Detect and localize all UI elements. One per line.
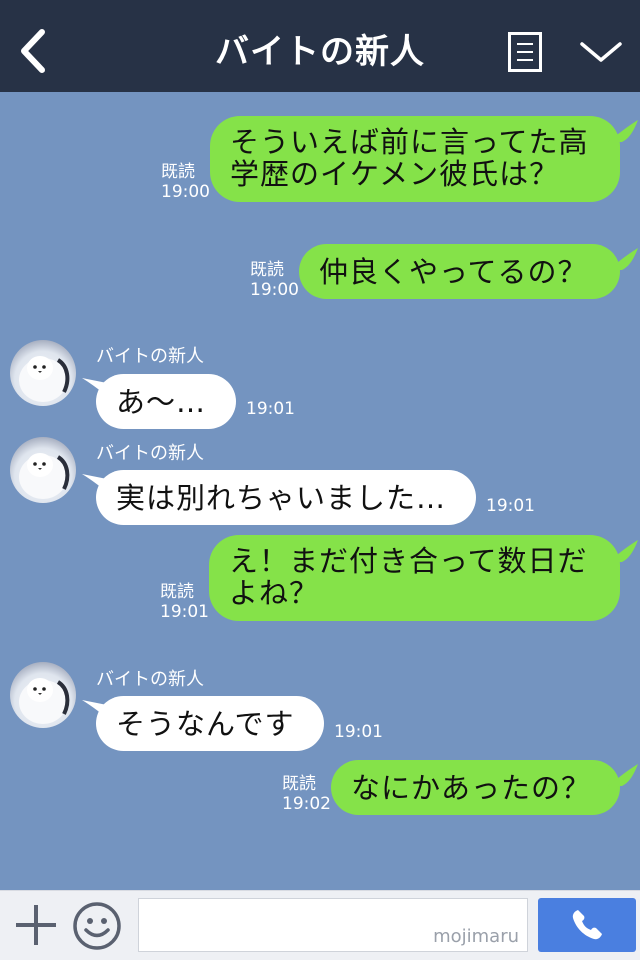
bubble-tail [608,248,638,270]
bubble-tail [608,764,638,786]
message-input-bar: mojimaru [0,890,640,960]
call-button[interactable] [538,898,636,952]
read-receipt: 既読 19:01 [160,582,209,622]
avatar[interactable] [10,662,76,728]
bubble-tail [608,540,638,562]
phone-icon [572,910,602,940]
message-bubble-outgoing[interactable]: そういえば前に言ってた高 学歴のイケメン彼氏は？ [210,116,620,202]
plus-icon[interactable] [14,903,58,947]
message-bubble-outgoing[interactable]: え！まだ付き合って数日だ よね？ [209,535,620,621]
message-time: 19:01 [334,722,383,742]
sender-name: バイトの新人 [96,443,204,464]
smiley-icon[interactable] [72,901,122,951]
read-receipt: 既読 19:00 [250,260,299,300]
chevron-down-icon[interactable] [578,36,624,66]
message-time: 19:01 [486,496,535,516]
sender-name: バイトの新人 [96,669,204,690]
message-bubble-incoming[interactable]: あ〜… [96,374,236,429]
chat-area[interactable]: 既読 19:00 そういえば前に言ってた高 学歴のイケメン彼氏は？ 既読 19:… [0,92,640,890]
message-time: 19:01 [246,399,295,419]
chat-title: バイトの新人 [215,32,425,72]
bubble-tail [608,120,638,142]
sender-name: バイトの新人 [96,346,204,367]
notes-icon[interactable] [508,32,542,72]
bubble-tail [82,700,112,722]
bubble-tail [82,474,112,496]
read-receipt: 既読 19:02 [282,774,331,814]
message-bubble-incoming[interactable]: 実は別れちゃいました… [96,470,476,525]
read-receipt: 既読 19:00 [161,162,210,202]
message-bubble-outgoing[interactable]: なにかあったの？ [331,760,620,815]
avatar[interactable] [10,437,76,503]
watermark: mojimaru [433,926,519,947]
message-bubble-incoming[interactable]: そうなんです [96,696,324,751]
chat-header: バイトの新人 [0,0,640,92]
message-input[interactable]: mojimaru [138,898,528,952]
bubble-tail [82,378,112,400]
message-bubble-outgoing[interactable]: 仲良くやってるの？ [299,244,620,299]
avatar[interactable] [10,340,76,406]
